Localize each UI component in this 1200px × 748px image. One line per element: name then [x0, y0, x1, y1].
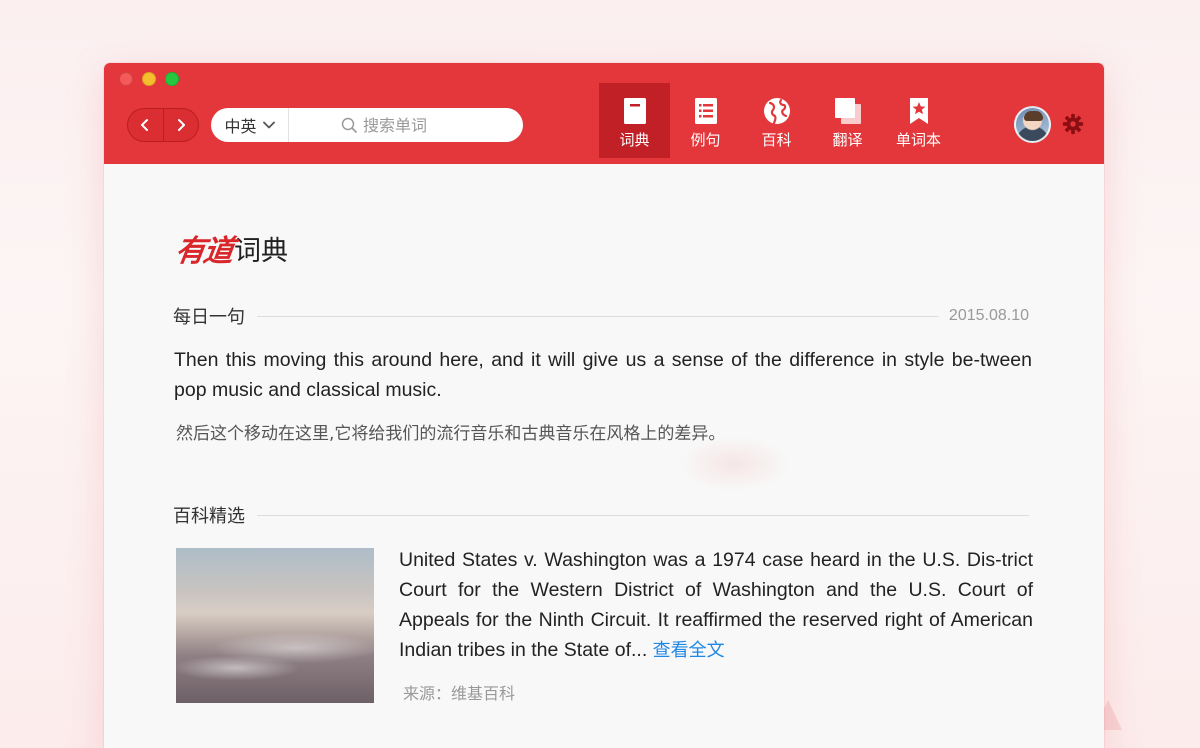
tab-label: 例句 [690, 131, 721, 149]
search-field [289, 108, 523, 142]
tab-label: 百科 [761, 131, 792, 149]
wiki-header: 百科精选 [173, 502, 1029, 528]
chevron-left-icon [141, 119, 149, 131]
content-area: 有道 词典 每日一句 2015.08.10 Then this moving t… [104, 164, 1104, 748]
tab-wordbook[interactable]: 单词本 [883, 83, 954, 158]
search-input[interactable] [363, 110, 523, 140]
avatar-hair [1024, 111, 1043, 121]
daily-chinese-translation: 然后这个移动在这里,它将给我们的流行音乐和古典音乐在风格上的差异。 [176, 424, 726, 444]
search-bar: 中英 [211, 108, 523, 142]
toolbar: 中英 词典 例句 百科 翻译 [104, 63, 1104, 164]
section-title: 每日一句 [173, 307, 245, 328]
app-window: 中英 词典 例句 百科 翻译 [104, 63, 1104, 748]
window-controls [119, 72, 179, 86]
tab-translate[interactable]: 翻译 [812, 83, 883, 158]
daily-date: 2015.08.10 [948, 307, 1029, 324]
tab-examples[interactable]: 例句 [670, 83, 741, 158]
tab-encyclopedia[interactable]: 百科 [741, 83, 812, 158]
section-title: 百科精选 [173, 506, 245, 527]
main-tabs: 词典 例句 百科 翻译 单词本 [599, 83, 954, 158]
read-more-link[interactable]: 查看全文 [653, 640, 725, 661]
list-icon [694, 98, 717, 124]
wiki-summary: United States v. Washington was a 1974 c… [399, 545, 1033, 666]
chevron-down-icon [262, 121, 275, 129]
bookmark-icon [909, 98, 928, 124]
history-nav [127, 108, 199, 142]
back-button[interactable] [128, 109, 163, 141]
translate-icon [834, 98, 861, 124]
gear-icon[interactable] [1062, 113, 1084, 135]
app-logo: 有道 词典 [173, 226, 288, 270]
chevron-right-icon [177, 119, 185, 131]
globe-icon [763, 98, 790, 125]
wiki-thumbnail[interactable] [176, 548, 374, 703]
dictionary-icon [623, 98, 646, 124]
tab-dictionary[interactable]: 词典 [599, 83, 670, 158]
zoom-window-button[interactable] [165, 72, 179, 86]
language-label: 中英 [224, 117, 257, 136]
language-select[interactable]: 中英 [211, 108, 289, 142]
tab-label: 翻译 [832, 131, 863, 149]
logo-brand: 有道 [173, 234, 234, 269]
logo-text: 词典 [234, 235, 288, 267]
tab-label: 词典 [619, 131, 650, 149]
tab-label: 单词本 [895, 131, 941, 149]
divider [257, 315, 939, 317]
search-icon [341, 117, 357, 133]
divider [257, 514, 1029, 516]
forward-button[interactable] [162, 109, 198, 141]
daily-sentence-header: 每日一句 2015.08.10 [173, 303, 1029, 329]
wiki-source: 来源：维基百科 [403, 684, 516, 703]
avatar[interactable] [1014, 106, 1051, 143]
close-window-button[interactable] [119, 72, 133, 86]
daily-english-sentence: Then this moving this around here, and i… [174, 349, 1032, 401]
minimize-window-button[interactable] [142, 72, 156, 86]
